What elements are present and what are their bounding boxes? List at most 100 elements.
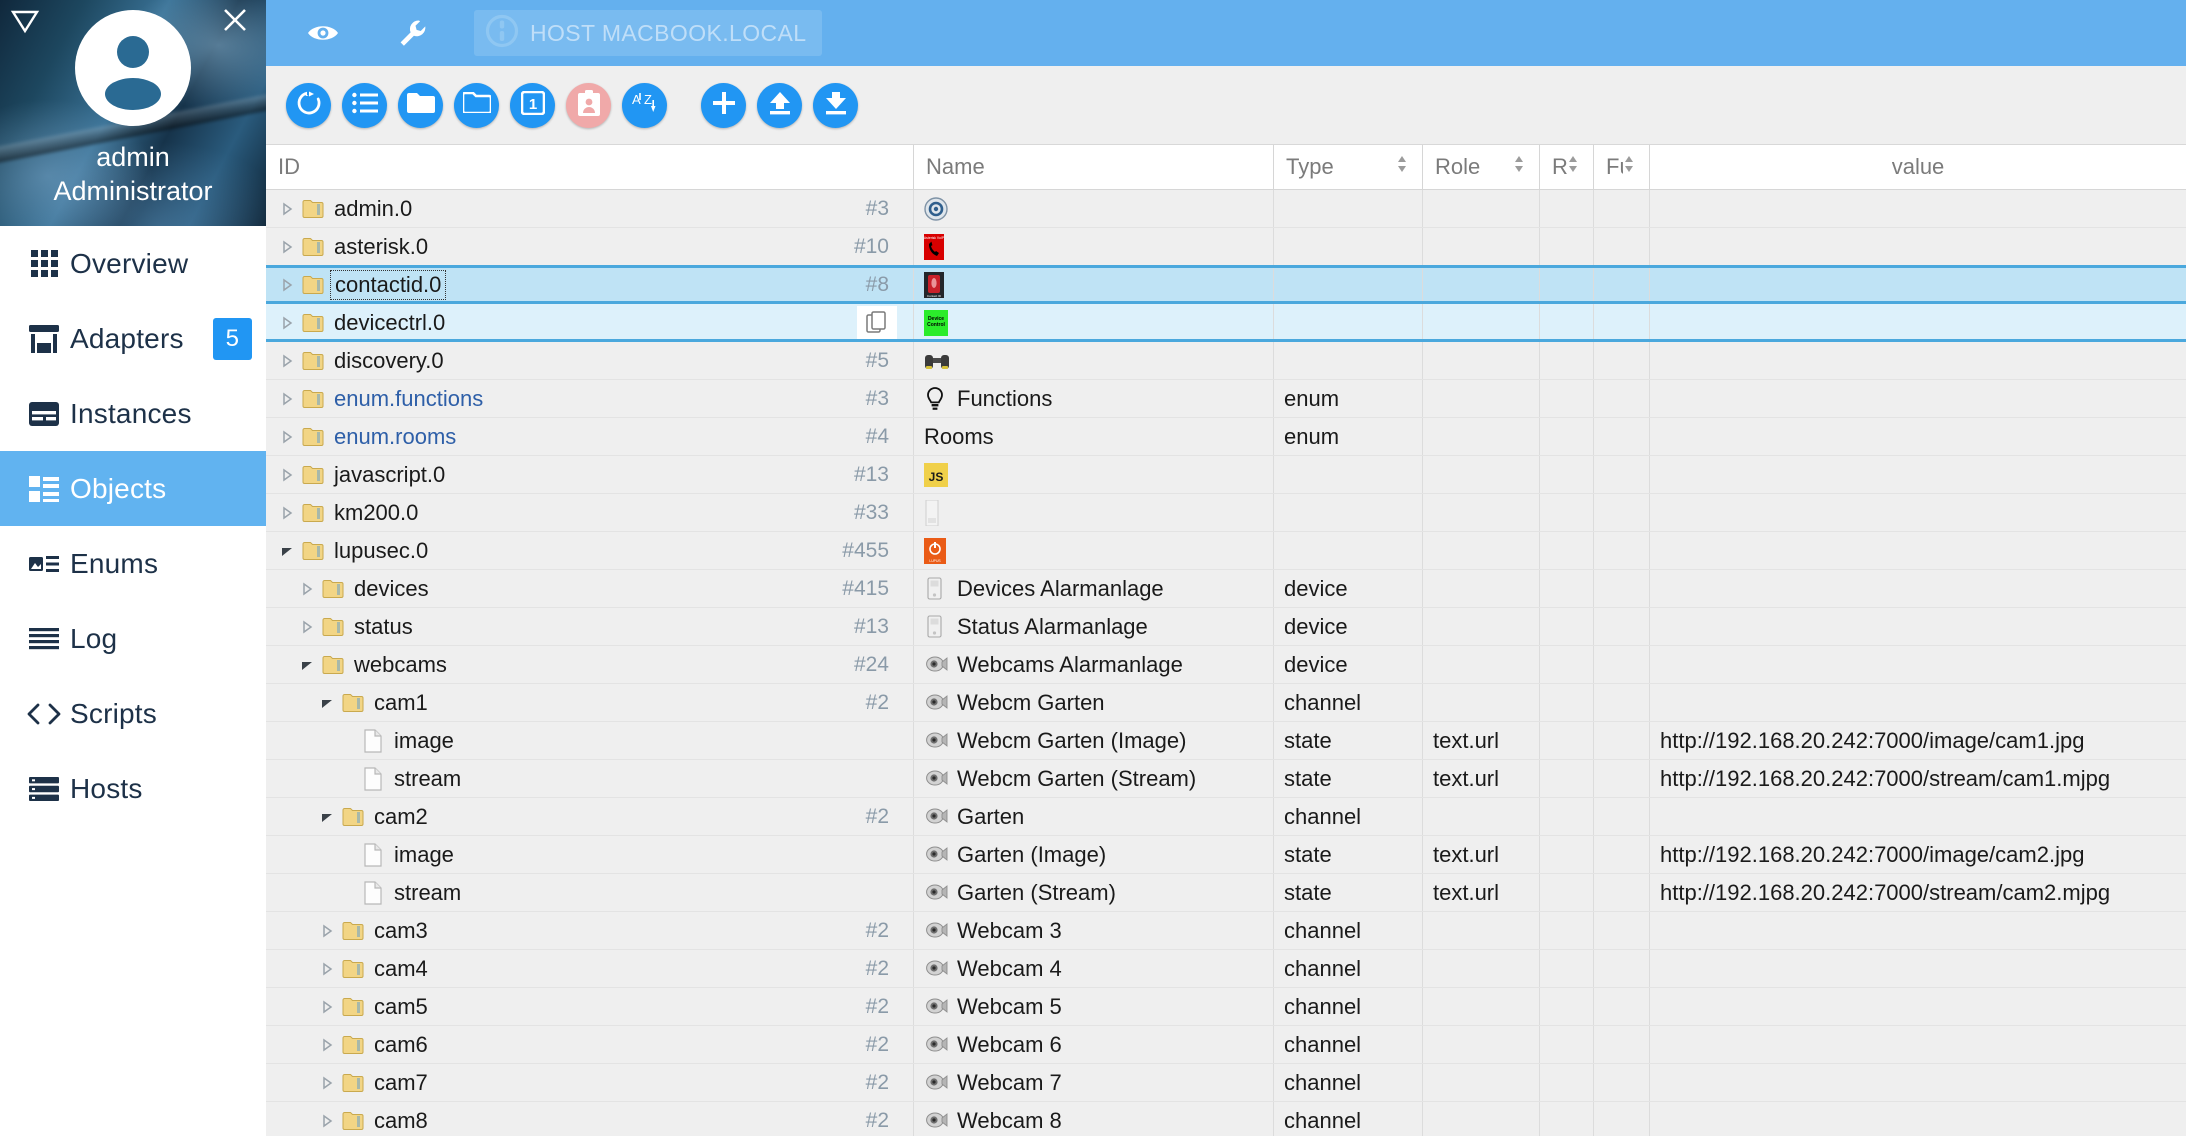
cell-value[interactable] <box>1650 456 2186 493</box>
cell-name[interactable]: Webcam 7 <box>914 1064 1274 1101</box>
cell-value[interactable] <box>1650 190 2186 227</box>
triangle-down-icon[interactable] <box>8 6 42 36</box>
cell-value[interactable] <box>1650 988 2186 1025</box>
column-header-type[interactable]: Type <box>1274 145 1423 189</box>
cell-room[interactable] <box>1540 532 1594 569</box>
cell-role[interactable]: text.url <box>1423 874 1540 911</box>
cell-type[interactable]: channel <box>1274 798 1423 835</box>
cell-role[interactable]: text.url <box>1423 836 1540 873</box>
cell-function[interactable] <box>1594 684 1650 721</box>
table-row[interactable]: discovery.0 #5 <box>266 342 2186 380</box>
cell-value[interactable] <box>1650 532 2186 569</box>
cell-room[interactable] <box>1540 304 1594 341</box>
cell-function[interactable] <box>1594 418 1650 455</box>
cell-role[interactable] <box>1423 418 1540 455</box>
cell-value[interactable]: http://192.168.20.242:7000/image/cam1.jp… <box>1650 722 2186 759</box>
twisty-collapsed-icon[interactable] <box>274 316 300 330</box>
table-row[interactable]: km200.0 #33 <box>266 494 2186 532</box>
sidebar-item-adapters[interactable]: Adapters 5 <box>0 301 266 376</box>
cell-role[interactable] <box>1423 988 1540 1025</box>
cell-type[interactable] <box>1274 228 1423 265</box>
cell-name[interactable]: Functions <box>914 380 1274 417</box>
cell-room[interactable] <box>1540 988 1594 1025</box>
cell-function[interactable] <box>1594 266 1650 303</box>
table-row[interactable]: image Garten (Image) state text.url http://1… <box>266 836 2186 874</box>
sort-arrows-icon[interactable] <box>1623 154 1637 180</box>
sort-arrows-icon[interactable] <box>1513 154 1527 180</box>
cell-value[interactable] <box>1650 1026 2186 1063</box>
cell-function[interactable] <box>1594 798 1650 835</box>
cell-type[interactable] <box>1274 494 1423 531</box>
table-row[interactable]: enum.functions #3 Functions enum <box>266 380 2186 418</box>
add-object-button[interactable] <box>701 82 746 128</box>
cell-id[interactable]: stream <box>266 874 914 911</box>
cell-name[interactable]: Garten (Stream) <box>914 874 1274 911</box>
twisty-expanded-icon[interactable] <box>274 544 300 558</box>
cell-name[interactable] <box>914 190 1274 227</box>
cell-type[interactable]: channel <box>1274 950 1423 987</box>
cell-role[interactable] <box>1423 304 1540 341</box>
cell-role[interactable] <box>1423 456 1540 493</box>
twisty-collapsed-icon[interactable] <box>294 582 320 596</box>
twisty-collapsed-icon[interactable] <box>274 354 300 368</box>
table-row[interactable]: image Webcm Garten (Image) state text.url ht… <box>266 722 2186 760</box>
twisty-collapsed-icon[interactable] <box>314 962 340 976</box>
column-header-value[interactable]: value <box>1650 145 2186 189</box>
table-row[interactable]: lupusec.0 #455 LUPUS <box>266 532 2186 570</box>
cell-room[interactable] <box>1540 836 1594 873</box>
cell-value[interactable] <box>1650 418 2186 455</box>
cell-value[interactable] <box>1650 570 2186 607</box>
cell-function[interactable] <box>1594 380 1650 417</box>
table-row[interactable]: cam1 #2 Webcm Garten channel <box>266 684 2186 722</box>
cell-id[interactable]: cam5 #2 <box>266 988 914 1025</box>
cell-function[interactable] <box>1594 532 1650 569</box>
cell-type[interactable] <box>1274 304 1423 341</box>
cell-type[interactable]: device <box>1274 570 1423 607</box>
cell-function[interactable] <box>1594 608 1650 645</box>
cell-function[interactable] <box>1594 1102 1650 1136</box>
cell-role[interactable]: text.url <box>1423 722 1540 759</box>
cell-role[interactable] <box>1423 380 1540 417</box>
sidebar-item-objects[interactable]: Objects <box>0 451 266 526</box>
cell-value[interactable] <box>1650 912 2186 949</box>
cell-name[interactable]: Webcam 5 <box>914 988 1274 1025</box>
cell-value[interactable] <box>1650 646 2186 683</box>
cell-type[interactable]: channel <box>1274 684 1423 721</box>
cell-id[interactable]: cam6 #2 <box>266 1026 914 1063</box>
sort-arrows-icon[interactable] <box>1567 154 1581 180</box>
cell-name[interactable]: Webcm Garten (Image) <box>914 722 1274 759</box>
twisty-collapsed-icon[interactable] <box>274 392 300 406</box>
cell-id[interactable]: image <box>266 722 914 759</box>
cell-function[interactable] <box>1594 304 1650 341</box>
cell-type[interactable]: state <box>1274 722 1423 759</box>
sidebar-item-hosts[interactable]: Hosts <box>0 751 266 826</box>
cell-role[interactable] <box>1423 1102 1540 1136</box>
cell-room[interactable] <box>1540 874 1594 911</box>
cell-room[interactable] <box>1540 456 1594 493</box>
table-row[interactable]: admin.0 #3 <box>266 190 2186 228</box>
sort-az-button[interactable]: AZ <box>622 82 667 128</box>
cell-id[interactable]: km200.0 #33 <box>266 494 914 531</box>
user-filter-button[interactable] <box>566 82 611 128</box>
cell-room[interactable] <box>1540 342 1594 379</box>
cell-id[interactable]: stream <box>266 760 914 797</box>
cell-value[interactable] <box>1650 684 2186 721</box>
cell-id[interactable]: contactid.0 #8 <box>266 266 914 303</box>
cell-room[interactable] <box>1540 1064 1594 1101</box>
cell-function[interactable] <box>1594 228 1650 265</box>
cell-function[interactable] <box>1594 494 1650 531</box>
cell-id[interactable]: enum.rooms #4 <box>266 418 914 455</box>
cell-type[interactable]: channel <box>1274 1102 1423 1136</box>
table-row[interactable]: cam2 #2 Garten channel <box>266 798 2186 836</box>
cell-name[interactable]: Garten (Image) <box>914 836 1274 873</box>
twisty-collapsed-icon[interactable] <box>274 240 300 254</box>
table-row[interactable]: webcams #24 Webcams Alarmanlage device <box>266 646 2186 684</box>
cell-name[interactable]: LUPUS <box>914 532 1274 569</box>
cell-room[interactable] <box>1540 380 1594 417</box>
copy-id-button[interactable] <box>857 305 897 340</box>
cell-type[interactable]: enum <box>1274 418 1423 455</box>
cell-function[interactable] <box>1594 912 1650 949</box>
cell-value[interactable]: http://192.168.20.242:7000/image/cam2.jp… <box>1650 836 2186 873</box>
cell-room[interactable] <box>1540 190 1594 227</box>
cell-room[interactable] <box>1540 266 1594 303</box>
